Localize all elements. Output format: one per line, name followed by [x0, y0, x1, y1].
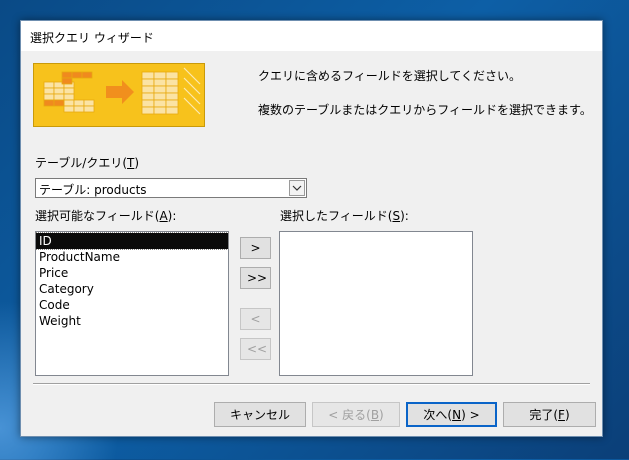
back-button[interactable]: < 戻る(B): [312, 402, 400, 427]
list-item[interactable]: Code: [36, 297, 228, 313]
chevron-down-icon: [292, 185, 302, 191]
table-query-combobox[interactable]: テーブル: products: [35, 178, 307, 198]
selected-fields-list[interactable]: [279, 231, 473, 376]
available-fields-list[interactable]: ID ProductName Price Category Code Weigh…: [35, 231, 229, 376]
list-item[interactable]: ProductName: [36, 249, 228, 265]
next-button[interactable]: 次へ(N) >: [406, 402, 497, 427]
table-query-selected-value: テーブル: products: [39, 183, 147, 197]
selected-fields-label: 選択したフィールド(S):: [280, 209, 409, 223]
footer-separator: [33, 383, 590, 385]
wizard-banner-image: [33, 63, 205, 127]
list-item[interactable]: Price: [36, 265, 228, 281]
select-query-wizard-dialog: 選択クエリ ウィザード クエリに含めるフィールドを選択してください。 複数のテー…: [20, 20, 603, 437]
list-item[interactable]: ID: [35, 232, 229, 250]
cancel-button[interactable]: キャンセル: [214, 402, 306, 427]
finish-button[interactable]: 完了(F): [503, 402, 596, 427]
combo-dropdown-button[interactable]: [289, 180, 305, 196]
instruction-text-2: 複数のテーブルまたはクエリからフィールドを選択できます。: [258, 103, 592, 117]
window-title: 選択クエリ ウィザード: [30, 31, 154, 45]
title-bar[interactable]: 選択クエリ ウィザード: [21, 21, 602, 51]
list-item[interactable]: Weight: [36, 313, 228, 329]
remove-field-button[interactable]: <: [240, 308, 271, 330]
table-query-label: テーブル/クエリ(T): [35, 156, 140, 170]
add-all-fields-button[interactable]: >>: [240, 267, 271, 289]
list-item[interactable]: Category: [36, 281, 228, 297]
instruction-text-1: クエリに含めるフィールドを選択してください。: [258, 69, 522, 83]
remove-all-fields-button[interactable]: <<: [240, 338, 271, 360]
add-field-button[interactable]: >: [240, 237, 271, 259]
table-to-query-illustration-icon: [43, 67, 201, 115]
available-fields-label: 選択可能なフィールド(A):: [35, 209, 177, 223]
